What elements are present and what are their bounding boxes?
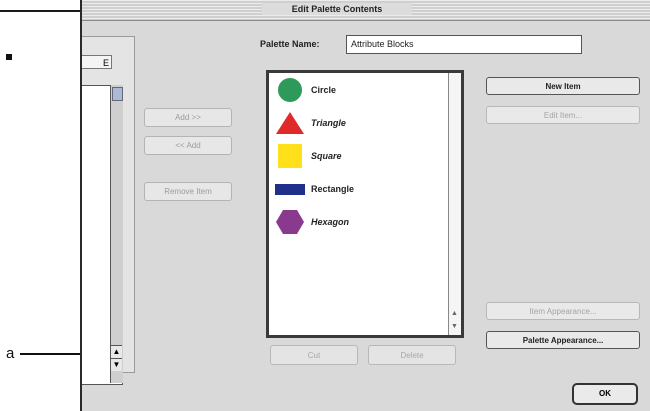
left-scrollbar[interactable]: ▲ ▼: [110, 85, 123, 383]
circle-icon: [278, 78, 302, 102]
left-pane: E ▲ ▼: [82, 36, 135, 385]
left-scroll-thumb[interactable]: [112, 87, 123, 101]
items-scrollbar[interactable]: ▲ ▼: [448, 73, 461, 335]
title-bar[interactable]: Edit Palette Contents: [82, 0, 650, 21]
left-scroll-up-icon[interactable]: ▲: [111, 345, 122, 358]
list-item-hexagon[interactable]: Hexagon: [273, 209, 449, 235]
add-button[interactable]: Add >>: [144, 108, 232, 127]
edit-palette-dialog: Edit Palette Contents E ▲ ▼ Add >> << Ad…: [80, 0, 650, 411]
list-item-circle[interactable]: Circle: [273, 77, 449, 103]
item-appearance-button[interactable]: Item Appearance...: [486, 302, 640, 320]
palette-items-list[interactable]: Circle Triangle Square Rectangle Hexagon: [266, 70, 464, 338]
palette-name-field[interactable]: [346, 35, 582, 54]
list-item-triangle[interactable]: Triangle: [273, 110, 449, 136]
cut-button[interactable]: Cut: [270, 345, 358, 365]
item-label: Square: [311, 151, 342, 161]
left-scroll-down-icon[interactable]: ▼: [111, 358, 122, 371]
left-popup-menu[interactable]: E: [82, 55, 112, 69]
item-label: Circle: [311, 85, 337, 95]
rectangle-icon: [275, 184, 305, 195]
palette-appearance-button[interactable]: Palette Appearance...: [486, 331, 640, 349]
list-item-rectangle[interactable]: Rectangle: [273, 176, 449, 202]
new-item-button[interactable]: New Item: [486, 77, 640, 95]
edit-item-button[interactable]: Edit Item...: [486, 106, 640, 124]
delete-button[interactable]: Delete: [368, 345, 456, 365]
remove-arrow-button[interactable]: << Add: [144, 136, 232, 155]
items-scroll-down-icon[interactable]: ▼: [449, 322, 460, 332]
item-label: Triangle: [311, 118, 346, 128]
items-scroll-up-icon[interactable]: ▲: [449, 309, 460, 319]
palette-name-label: Palette Name:: [260, 39, 320, 49]
annotation-label: a: [6, 345, 15, 362]
triangle-icon: [276, 112, 304, 134]
hexagon-icon: [276, 210, 304, 234]
item-label: Rectangle: [311, 184, 355, 194]
list-item-square[interactable]: Square: [273, 143, 449, 169]
remove-item-button[interactable]: Remove Item: [144, 182, 232, 201]
dialog-title: Edit Palette Contents: [262, 3, 412, 15]
bullet-mark: [6, 54, 12, 60]
available-items-list[interactable]: ▲ ▼: [82, 85, 123, 385]
ok-button[interactable]: OK: [572, 383, 638, 405]
square-icon: [278, 144, 302, 168]
item-label: Hexagon: [311, 217, 350, 227]
